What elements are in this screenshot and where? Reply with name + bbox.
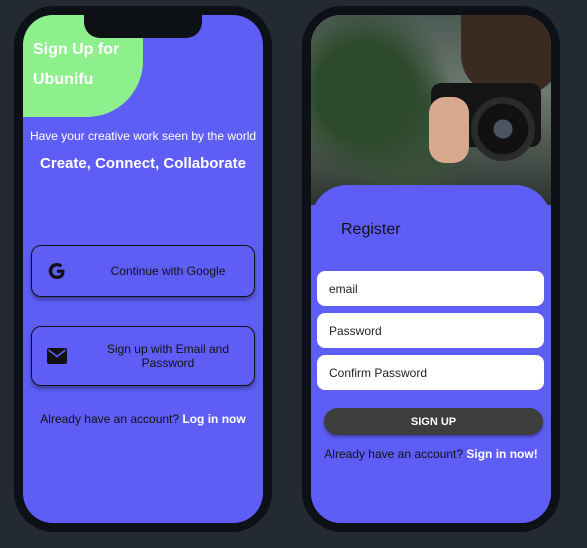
login-link[interactable]: Log in now: [182, 412, 245, 426]
phone-register: Register SIGN UP Already have an account…: [302, 6, 560, 532]
email-button-label: Sign up with Email and Password: [106, 342, 230, 370]
app-title: Sign Up for Ubunifu: [33, 41, 120, 88]
photo-hand: [429, 97, 469, 163]
phone-signup: Sign Up for Ubunifu Have your creative w…: [14, 6, 272, 532]
camera-lens-icon: [471, 97, 535, 161]
register-screen: Register SIGN UP Already have an account…: [311, 15, 551, 523]
signin-prompt: Already have an account?: [324, 447, 464, 461]
signin-prompt-line: Already have an account? Sign in now!: [311, 447, 551, 461]
login-prompt: Already have an account?: [40, 412, 180, 426]
signup-screen: Sign Up for Ubunifu Have your creative w…: [23, 15, 263, 523]
sign-up-button[interactable]: SIGN UP: [324, 408, 543, 435]
continue-with-google-button[interactable]: Continue with Google: [31, 245, 255, 297]
mail-icon: [45, 344, 69, 368]
google-button-label: Continue with Google: [110, 264, 226, 278]
headline: Create, Connect, Collaborate: [40, 155, 246, 172]
password-field[interactable]: [317, 313, 544, 348]
register-title: Register: [341, 221, 401, 238]
email-field[interactable]: [317, 271, 544, 306]
header-photo: [311, 15, 551, 205]
signup-email-button[interactable]: Sign up with Email and Password: [31, 326, 255, 386]
signin-link[interactable]: Sign in now!: [466, 447, 537, 461]
login-prompt-line: Already have an account? Log in now: [23, 412, 263, 426]
tagline: Have your creative work seen by the worl…: [29, 129, 257, 143]
google-icon: [45, 259, 69, 283]
phone-notch: [84, 14, 202, 38]
confirm-password-field[interactable]: [317, 355, 544, 390]
